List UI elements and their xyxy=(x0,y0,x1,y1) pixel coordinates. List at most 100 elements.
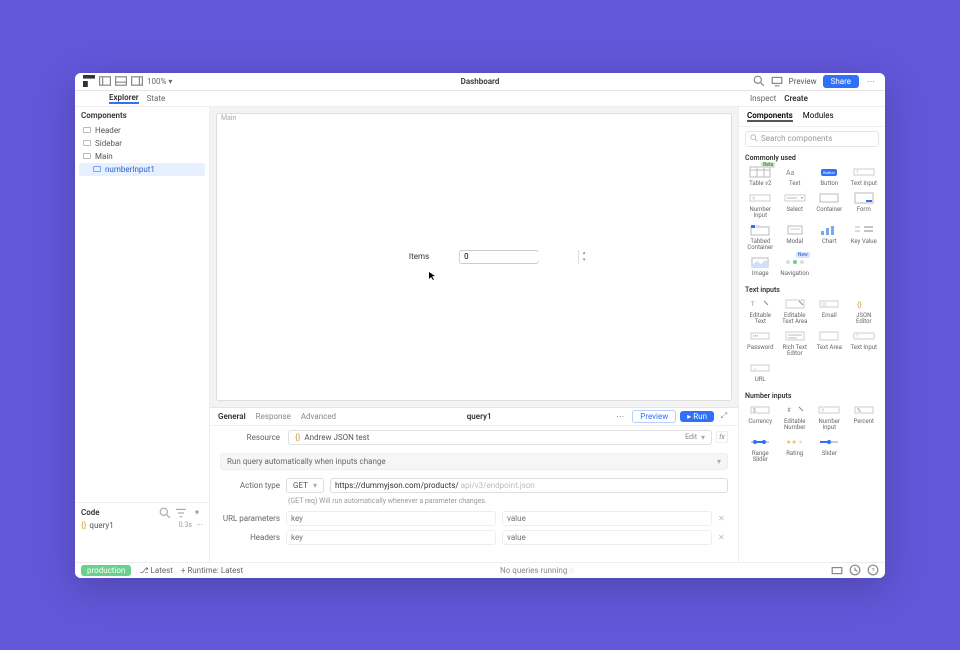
env-chip[interactable]: production xyxy=(81,565,131,576)
component-container[interactable]: Container xyxy=(814,191,845,219)
component-password[interactable]: •••Password xyxy=(745,329,776,357)
zoom-level[interactable]: 100% ▾ xyxy=(147,77,172,86)
help-icon[interactable]: ? xyxy=(867,564,879,576)
svg-text:{}: {} xyxy=(857,300,862,309)
search-icon[interactable] xyxy=(159,507,171,519)
component-select[interactable]: Select xyxy=(780,191,811,219)
code-item-query1[interactable]: {} query1 0.3s⋯ xyxy=(81,519,203,532)
more-icon[interactable]: ⋯ xyxy=(196,521,203,529)
more-icon[interactable]: ⋯ xyxy=(865,75,877,87)
app-logo-icon[interactable] xyxy=(83,75,95,87)
component-form[interactable]: Form xyxy=(849,191,880,219)
param-key-input[interactable] xyxy=(286,511,496,526)
expand-icon[interactable]: ⤢ xyxy=(718,410,730,422)
canvas[interactable]: Main Items ▴ ▾ xyxy=(216,113,732,401)
component-table-v2[interactable]: BetaTable v2 xyxy=(745,165,776,187)
component-tabbed-container[interactable]: Tabbed Container xyxy=(745,223,776,251)
number-input[interactable]: ▴ ▾ xyxy=(459,250,539,264)
component-label: Rating xyxy=(786,451,803,457)
svg-text:Aa: Aa xyxy=(786,169,795,177)
resource-select[interactable]: {} Andrew JSON test Edit ▾ xyxy=(288,430,712,445)
close-icon[interactable]: ✕ xyxy=(718,514,728,523)
url-input[interactable]: https://dummyjson.com/products/ api/v3/e… xyxy=(330,478,728,493)
component-json-editor[interactable]: {}JSON Editor xyxy=(849,297,880,325)
tree-item-label: Header xyxy=(95,126,121,135)
component-rating[interactable]: ★★★Rating xyxy=(780,435,811,463)
component-text-input[interactable]: TText Input xyxy=(849,165,880,187)
tab-create[interactable]: Create xyxy=(784,94,808,103)
panel-bottom-icon[interactable] xyxy=(115,75,127,87)
step-up-icon[interactable]: ▴ xyxy=(579,250,589,257)
component-thumb-icon xyxy=(748,255,772,269)
tree-item-label: numberInput1 xyxy=(105,165,155,174)
fx-button[interactable]: fx xyxy=(716,431,728,443)
tab-components[interactable]: Components xyxy=(747,111,793,122)
tab-advanced[interactable]: Advanced xyxy=(301,412,336,421)
runtime-indicator[interactable]: + Runtime: Latest xyxy=(181,566,243,575)
number-input-field[interactable] xyxy=(460,252,578,261)
panel-left-icon[interactable] xyxy=(99,75,111,87)
plus-icon[interactable]: + xyxy=(191,507,203,519)
component-image[interactable]: Image xyxy=(745,255,776,277)
component-email[interactable]: @Email xyxy=(814,297,845,325)
more-icon[interactable]: ⋯ xyxy=(612,412,628,421)
tree-item-numberinput1[interactable]: numberInput1 xyxy=(79,163,205,176)
component-number-input[interactable]: #Number Input xyxy=(745,191,776,219)
panel-right-icon[interactable] xyxy=(131,75,143,87)
header-key-input[interactable] xyxy=(286,530,496,545)
step-down-icon[interactable]: ▾ xyxy=(579,257,589,264)
tab-explorer[interactable]: Explorer xyxy=(109,93,139,104)
component-text[interactable]: AaText xyxy=(780,165,811,187)
preview-icon[interactable] xyxy=(771,75,783,87)
component-editable-text-area[interactable]: Editable Text Area xyxy=(780,297,811,325)
search-icon[interactable] xyxy=(753,75,765,87)
component-slider[interactable]: Slider xyxy=(814,435,845,463)
component-url[interactable]: ://URL xyxy=(745,361,776,383)
component-rich-text-editor[interactable]: Rich Text Editor xyxy=(780,329,811,357)
component-button[interactable]: ButtonButton xyxy=(814,165,845,187)
topbar: 100% ▾ Dashboard Preview Share ⋯ xyxy=(75,73,885,91)
preview-button[interactable]: Preview xyxy=(632,410,676,423)
tab-general[interactable]: General xyxy=(218,412,246,421)
center-panel: Main Items ▴ ▾ xyxy=(210,107,738,562)
component-text-input[interactable]: TText Input xyxy=(849,329,880,357)
share-button[interactable]: Share xyxy=(823,75,859,88)
edit-link[interactable]: Edit xyxy=(685,433,697,441)
component-percent[interactable]: %Percent xyxy=(849,403,880,431)
component-label: Email xyxy=(822,313,837,319)
canvas-breadcrumb: Main xyxy=(221,114,237,122)
method-select[interactable]: GET▾ xyxy=(286,478,324,493)
component-number-input[interactable]: #Number Input xyxy=(814,403,845,431)
auto-run-select[interactable]: Run query automatically when inputs chan… xyxy=(220,453,728,470)
param-value-input[interactable] xyxy=(502,511,712,526)
component-editable-text[interactable]: TEditable Text xyxy=(745,297,776,325)
tab-response[interactable]: Response xyxy=(256,412,291,421)
tab-inspect[interactable]: Inspect xyxy=(750,94,776,103)
component-search[interactable]: Search components xyxy=(745,131,879,147)
component-thumb-icon xyxy=(783,329,807,343)
component-range-slider[interactable]: Range Slider xyxy=(745,435,776,463)
header-value-input[interactable] xyxy=(502,530,712,545)
component-currency[interactable]: $Currency xyxy=(745,403,776,431)
component-modal[interactable]: Modal xyxy=(780,223,811,251)
component-thumb-icon: Button xyxy=(817,165,841,179)
close-icon[interactable]: ✕ xyxy=(718,533,728,542)
component-editable-number[interactable]: #Editable Number xyxy=(780,403,811,431)
component-navigation[interactable]: NewNavigation xyxy=(780,255,811,277)
tree-item-main[interactable]: Main xyxy=(79,150,205,163)
keyboard-icon[interactable] xyxy=(831,564,843,576)
component-chart[interactable]: Chart xyxy=(814,223,845,251)
tab-state[interactable]: State xyxy=(147,94,166,103)
branch-indicator[interactable]: ⎇ Latest xyxy=(139,566,172,575)
component-thumb-icon xyxy=(817,435,841,449)
tab-modules[interactable]: Modules xyxy=(803,111,834,122)
component-key-value[interactable]: Key Value xyxy=(849,223,880,251)
component-text-area[interactable]: Text Area xyxy=(814,329,845,357)
tree-item-sidebar[interactable]: Sidebar xyxy=(79,137,205,150)
tree-item-header[interactable]: Header xyxy=(79,124,205,137)
filter-icon[interactable] xyxy=(175,507,187,519)
run-button[interactable]: ▸ Run xyxy=(680,411,714,422)
branch-icon: ⎇ xyxy=(139,566,148,575)
history-icon[interactable] xyxy=(849,564,861,576)
preview-link[interactable]: Preview xyxy=(789,77,817,86)
